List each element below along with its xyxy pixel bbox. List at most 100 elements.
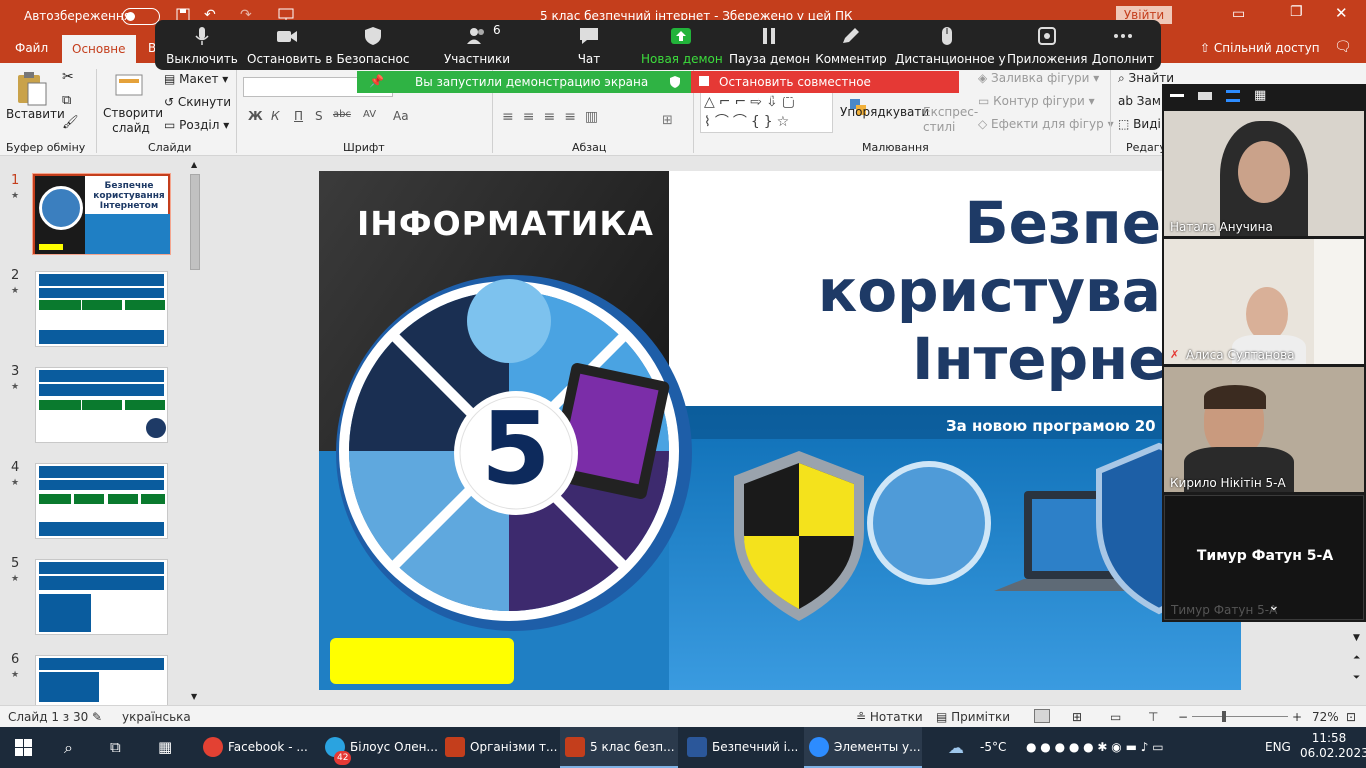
- paste-button[interactable]: Вставити: [6, 107, 65, 121]
- participant-tile[interactable]: Натала Анучина: [1164, 111, 1364, 236]
- temperature[interactable]: -5°C: [980, 727, 1006, 768]
- slideshow-icon[interactable]: ⊤: [1148, 710, 1158, 724]
- tray-app-icons[interactable]: ● ● ● ● ● ✱ ◉ ▬ ♪ ▭: [1026, 727, 1164, 768]
- taskbar-app-word[interactable]: Безпечний і...: [682, 727, 800, 768]
- pause-share-button[interactable]: Пауза демон: [729, 20, 810, 70]
- zoom-in-icon[interactable]: +: [1292, 710, 1302, 724]
- taskbar-app-powerpoint-2[interactable]: 5 клас безп...: [560, 727, 678, 768]
- calculator-icon[interactable]: ▦: [158, 727, 172, 768]
- section-button[interactable]: ▭ Розділ ▾: [164, 118, 229, 132]
- thumbnails-scrollbar[interactable]: ▲ ▼: [187, 160, 203, 704]
- windows-taskbar: ⌕ ⧉ ▦ Facebook - ... 42 Білоус Олен... Ор…: [0, 727, 1366, 768]
- layout-button[interactable]: ▤ Макет ▾: [164, 72, 228, 86]
- copy-icon[interactable]: ⧉: [62, 93, 71, 108]
- shape-fill-button[interactable]: ◈ Заливка фігури ▾: [978, 71, 1099, 85]
- italic-button[interactable]: К: [271, 109, 280, 123]
- smartart-icon[interactable]: ⊞: [662, 113, 673, 128]
- slide-canvas[interactable]: ІНФОРМАТИКА 5 Безпечн користуванн Інтерн…: [319, 171, 1241, 690]
- grid-view-icon[interactable]: ▦: [1254, 88, 1266, 103]
- tab-home[interactable]: Основне: [62, 35, 136, 63]
- new-slide-icon[interactable]: [114, 71, 146, 101]
- bold-button[interactable]: Ж: [248, 109, 263, 123]
- spacing-button[interactable]: AV: [363, 109, 376, 120]
- shadow-button[interactable]: S: [315, 109, 323, 123]
- thumb-slide-6[interactable]: [35, 655, 168, 705]
- zoom-slider[interactable]: [1192, 716, 1288, 717]
- apps-button[interactable]: Приложения: [1007, 20, 1088, 70]
- thumb-slide-5[interactable]: [35, 559, 168, 635]
- stop-video-button[interactable]: Остановить в: [247, 20, 332, 70]
- annotate-button[interactable]: Комментир: [815, 20, 887, 70]
- shape-effects-button[interactable]: ◇ Ефекти для фігур ▾: [978, 117, 1114, 131]
- thumb-slide-2[interactable]: [35, 271, 168, 347]
- notes-button[interactable]: ≗ Нотатки: [856, 710, 923, 724]
- mute-button[interactable]: Выключить: [165, 20, 239, 70]
- slide-sorter-icon[interactable]: ⊞: [1072, 710, 1082, 724]
- taskbar-app-telegram[interactable]: 42 Білоус Олен...: [320, 727, 438, 768]
- paste-icon[interactable]: [14, 71, 48, 107]
- search-icon[interactable]: ⌕: [64, 727, 73, 768]
- cut-icon[interactable]: ✂: [62, 69, 74, 85]
- share-screen-icon: [671, 28, 691, 44]
- arrange-button[interactable]: Упорядкувати: [840, 105, 929, 119]
- input-language[interactable]: ENG: [1265, 727, 1291, 768]
- participant-tile[interactable]: Алиса Султанова ✗: [1164, 239, 1364, 364]
- ribbon-display-icon[interactable]: ▭: [1232, 6, 1245, 22]
- task-view-icon[interactable]: ⧉: [110, 727, 121, 768]
- previous-slide-icon[interactable]: ⏶: [1353, 653, 1360, 663]
- scroll-down-icon[interactable]: ▼: [1353, 633, 1360, 643]
- new-slide-button[interactable]: Створити слайд: [103, 106, 163, 136]
- strikethrough-button[interactable]: abc: [333, 109, 351, 120]
- replace-button[interactable]: ab Замі: [1118, 94, 1164, 108]
- comments-icon[interactable]: 🗨: [1334, 39, 1352, 55]
- normal-view-icon[interactable]: [1034, 709, 1050, 723]
- zoom-out-icon[interactable]: −: [1178, 710, 1188, 724]
- expand-chevron-icon[interactable]: ⌄: [1268, 598, 1280, 614]
- more-button[interactable]: Дополнит: [1087, 20, 1159, 70]
- reset-button[interactable]: ↺ Скинути: [164, 95, 231, 109]
- scroll-up-icon[interactable]: ▲: [191, 160, 197, 169]
- clock[interactable]: 11:58 06.02.2023: [1300, 731, 1366, 761]
- paragraph-align-buttons[interactable]: ≡≡≡≡▥: [502, 109, 607, 125]
- language-indicator[interactable]: українська: [122, 710, 191, 724]
- comments-button[interactable]: ▤ Примітки: [936, 710, 1010, 724]
- autosave-toggle[interactable]: [122, 8, 160, 25]
- zoom-level[interactable]: 72%: [1312, 710, 1339, 724]
- fit-slide-icon[interactable]: ⊡: [1346, 710, 1356, 724]
- quick-styles-button[interactable]: Експрес-стилі: [923, 105, 978, 135]
- restore-icon[interactable]: ❐: [1290, 4, 1303, 20]
- taskbar-app-zoom[interactable]: Элементы у...: [804, 727, 922, 768]
- change-case-button[interactable]: Aa: [393, 109, 409, 123]
- scroll-thumb[interactable]: [190, 174, 200, 270]
- minimize-icon[interactable]: [1170, 94, 1184, 97]
- spellcheck-icon[interactable]: ✎: [92, 710, 102, 724]
- single-view-icon[interactable]: [1198, 92, 1212, 100]
- close-icon[interactable]: ✕: [1335, 4, 1348, 22]
- participant-tile[interactable]: Кирило Нікітін 5-А: [1164, 367, 1364, 492]
- shape-outline-button[interactable]: ▭ Контур фігури ▾: [978, 94, 1095, 108]
- reading-view-icon[interactable]: ▭: [1110, 710, 1121, 724]
- taskbar-app-chrome[interactable]: Facebook - ...: [198, 727, 316, 768]
- thumb-slide-3[interactable]: [35, 367, 168, 443]
- taskbar-app-powerpoint-1[interactable]: Організми т...: [440, 727, 558, 768]
- thumb-slide-4[interactable]: [35, 463, 168, 539]
- windows-start-icon[interactable]: [15, 739, 32, 756]
- zoom-slider-thumb[interactable]: [1222, 711, 1226, 722]
- scroll-down-icon[interactable]: ▼: [191, 692, 197, 701]
- weather-cloud-icon[interactable]: ☁: [948, 727, 964, 768]
- chat-button[interactable]: Чат: [559, 20, 619, 70]
- participants-button[interactable]: 6 Участники: [437, 20, 517, 70]
- participant-tile[interactable]: Тимур Фатун 5-А Тимур Фатун 5-А: [1164, 495, 1364, 620]
- new-share-button[interactable]: Новая демон: [641, 20, 723, 70]
- next-slide-icon[interactable]: ⏷: [1353, 673, 1360, 683]
- thumb-slide-1[interactable]: Безпечне користування Інтернетом: [32, 173, 171, 255]
- select-button[interactable]: ⬚ Виді: [1118, 117, 1161, 131]
- remote-control-button[interactable]: Дистанционное у: [895, 20, 1006, 70]
- format-painter-icon[interactable]: 🖌: [62, 115, 79, 130]
- share-button[interactable]: ⇧ Спільний доступ: [1200, 41, 1320, 55]
- underline-button[interactable]: П: [294, 109, 303, 123]
- strip-view-icon[interactable]: [1226, 90, 1240, 102]
- security-button[interactable]: Безопаснос: [335, 20, 411, 70]
- tab-file[interactable]: Файл: [15, 41, 48, 55]
- stop-share-button[interactable]: Остановить совместное использование: [691, 71, 959, 103]
